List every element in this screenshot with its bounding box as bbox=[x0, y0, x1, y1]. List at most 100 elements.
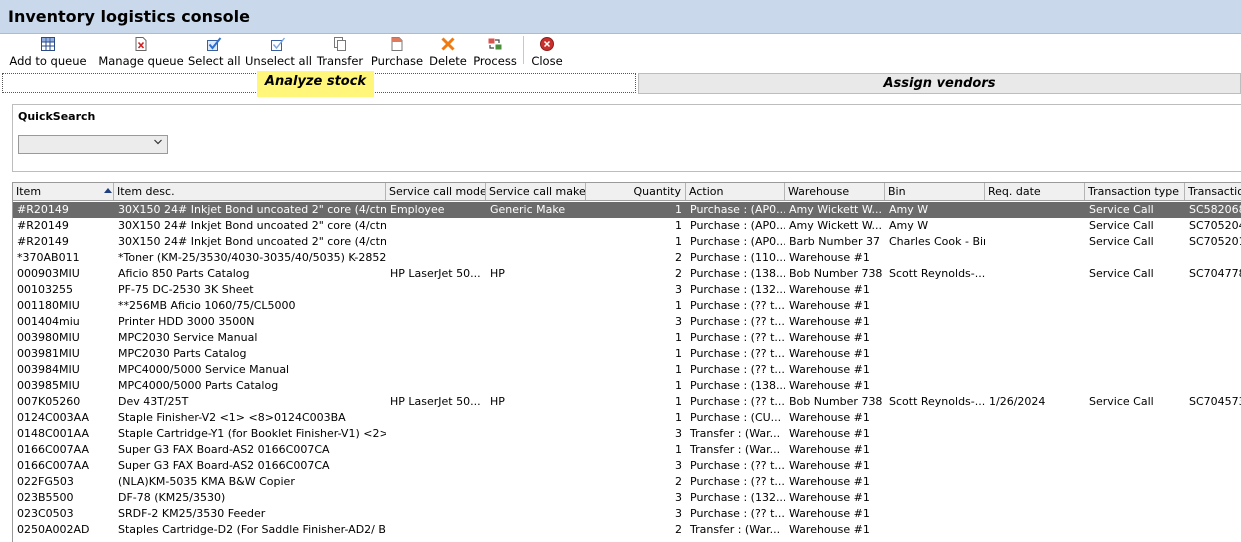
process-button[interactable]: Process bbox=[472, 34, 518, 68]
table-row[interactable]: 007K05260 Dev 43T/25T HP LaserJet 50... HP 1… bbox=[13, 394, 1241, 410]
table-row[interactable]: 001180MIU **256MB Aficio 1060/75/CL5000 1 P… bbox=[13, 298, 1241, 314]
cell-quantity: 1 bbox=[675, 235, 682, 248]
cell-item: 00103255 bbox=[17, 283, 73, 296]
column-header-item-desc[interactable]: Item desc. bbox=[114, 183, 386, 200]
purchase-button[interactable]: Purchase bbox=[370, 34, 424, 68]
cell-item: #R20149 bbox=[17, 219, 69, 232]
table-row[interactable]: 003981MIU MPC2030 Parts Catalog 1 Purchase … bbox=[13, 346, 1241, 362]
purchase-label: Purchase bbox=[370, 54, 424, 68]
table-row[interactable]: #R20149 30X150 24# Inkjet Bond uncoated 2… bbox=[13, 202, 1241, 218]
cell-action: Purchase : (?? t... bbox=[690, 507, 785, 520]
close-button[interactable]: Close bbox=[528, 34, 566, 68]
table-row[interactable]: 023C0503 SRDF-2 KM25/3530 Feeder 3 Purchase… bbox=[13, 506, 1241, 522]
quicksearch-panel bbox=[12, 104, 1241, 172]
table-row[interactable]: 003985MIU MPC4000/5000 Parts Catalog 1 Purc… bbox=[13, 378, 1241, 394]
sort-ascending-icon bbox=[104, 188, 112, 193]
table-row[interactable]: 0166C007AA Super G3 FAX Board-AS2 0166C00… bbox=[13, 442, 1241, 458]
table-row[interactable]: 0148C001AA Staple Cartridge-Y1 (for Bookl… bbox=[13, 426, 1241, 442]
table-row[interactable]: 001404miu Printer HDD 3000 3500N 3 Purchase… bbox=[13, 314, 1241, 330]
cell-bin bbox=[885, 282, 985, 298]
table-row[interactable]: 0166C007AA Super G3 FAX Board-AS2 0166C00… bbox=[13, 458, 1241, 474]
cell-item-desc: 30X150 24# Inkjet Bond uncoated 2" core … bbox=[118, 219, 386, 232]
cell-req-date bbox=[985, 346, 1085, 362]
quicksearch-dropdown[interactable] bbox=[18, 135, 168, 154]
tab-assign-vendors[interactable]: Assign vendors bbox=[638, 73, 1241, 94]
cell-item-desc: MPC2030 Parts Catalog bbox=[118, 347, 247, 360]
cell-item: 003985MIU bbox=[17, 379, 80, 392]
column-header-service-call-model[interactable]: Service call model bbox=[386, 183, 486, 200]
column-header-transaction[interactable]: Transaction bbox=[1185, 183, 1241, 200]
delete-label: Delete bbox=[429, 54, 467, 68]
cell-req-date bbox=[985, 218, 1085, 234]
table-row[interactable]: 0250A002AD Staples Cartridge-D2 (For Sadd… bbox=[13, 522, 1241, 538]
process-label: Process bbox=[473, 54, 517, 68]
cell-action: Purchase : (CU... bbox=[690, 411, 782, 424]
cell-item-desc: PF-75 DC-2530 3K Sheet bbox=[118, 283, 254, 296]
cell-action: Purchase : (?? t... bbox=[690, 363, 785, 376]
cell-action: Purchase : (132... bbox=[690, 283, 785, 296]
cell-bin bbox=[885, 330, 985, 346]
table-row[interactable]: 00103255 PF-75 DC-2530 3K Sheet 3 Purchase … bbox=[13, 282, 1241, 298]
unselect-all-button[interactable]: Unselect all bbox=[245, 34, 312, 68]
cell-action: Purchase : (AP0... bbox=[690, 219, 785, 232]
checkbox-checked-icon bbox=[207, 37, 222, 51]
column-header-action[interactable]: Action bbox=[686, 183, 785, 200]
cell-action: Purchase : (?? t... bbox=[690, 299, 785, 312]
cell-quantity: 1 bbox=[675, 379, 682, 392]
cell-service-call-make bbox=[486, 282, 586, 298]
cell-req-date bbox=[985, 250, 1085, 266]
tab-assign-vendors-label: Assign vendors bbox=[883, 76, 996, 91]
column-header-service-call-make[interactable]: Service call make bbox=[486, 183, 586, 200]
manage-queue-button[interactable]: Manage queue bbox=[98, 34, 184, 68]
cell-service-call-make bbox=[486, 490, 586, 506]
column-header-quantity[interactable]: Quantity bbox=[586, 183, 686, 200]
cell-service-call-model bbox=[386, 378, 486, 394]
cell-quantity: 3 bbox=[675, 315, 682, 328]
cell-item-desc: Aficio 850 Parts Catalog bbox=[118, 267, 250, 280]
table-row[interactable]: #R20149 30X150 24# Inkjet Bond uncoated 2… bbox=[13, 218, 1241, 234]
table-row[interactable]: 003980MIU MPC2030 Service Manual 1 Purchase… bbox=[13, 330, 1241, 346]
cell-item: 0166C007AA bbox=[17, 459, 90, 472]
cell-quantity: 1 bbox=[675, 363, 682, 376]
column-header-warehouse[interactable]: Warehouse bbox=[785, 183, 885, 200]
column-header-transaction-type[interactable]: Transaction type bbox=[1085, 183, 1185, 200]
table-row[interactable]: 022FG503 (NLA)KM-5035 KMA B&W Copier 2 Purc… bbox=[13, 474, 1241, 490]
select-all-button[interactable]: Select all bbox=[188, 34, 241, 68]
table-row[interactable]: 003984MIU MPC4000/5000 Service Manual 1 Pur… bbox=[13, 362, 1241, 378]
column-header-item[interactable]: Item bbox=[13, 183, 114, 200]
transfer-button[interactable]: Transfer bbox=[316, 34, 364, 68]
cell-item-desc: Staple Finisher-V2 <1> <8>0124C003BA bbox=[118, 411, 346, 424]
column-header-bin[interactable]: Bin bbox=[885, 183, 985, 200]
cell-warehouse: Amy Wickett W... bbox=[789, 219, 882, 232]
title-bar: Inventory logistics console bbox=[0, 0, 1241, 34]
cell-req-date bbox=[985, 202, 1085, 218]
cell-service-call-model: HP LaserJet 50... bbox=[390, 267, 481, 280]
cell-quantity: 2 bbox=[675, 475, 682, 488]
cell-bin bbox=[885, 346, 985, 362]
table-row[interactable]: 0124C003AA Staple Finisher-V2 <1> <8>0124… bbox=[13, 410, 1241, 426]
cell-warehouse: Warehouse #1 bbox=[789, 427, 870, 440]
cell-transaction-type bbox=[1085, 378, 1185, 394]
table-row[interactable]: 023B5500 DF-78 (KM25/3530) 3 Purchase : (13… bbox=[13, 490, 1241, 506]
tab-analyze-stock[interactable]: Analyze stock bbox=[257, 71, 374, 97]
column-header-req-date[interactable]: Req. date bbox=[985, 183, 1085, 200]
delete-button[interactable]: Delete bbox=[428, 34, 468, 68]
cell-req-date bbox=[985, 330, 1085, 346]
cell-service-call-make bbox=[486, 314, 586, 330]
cell-quantity: 1 bbox=[675, 203, 682, 216]
cell-warehouse: Warehouse #1 bbox=[789, 459, 870, 472]
cell-transaction-type bbox=[1085, 250, 1185, 266]
cell-warehouse: Warehouse #1 bbox=[789, 475, 870, 488]
add-to-queue-button[interactable]: Add to queue bbox=[8, 34, 88, 68]
table-row[interactable]: 000903MIU Aficio 850 Parts Catalog HP Lase… bbox=[13, 266, 1241, 282]
cell-transaction-type bbox=[1085, 410, 1185, 426]
transfer-label: Transfer bbox=[316, 54, 364, 68]
cell-transaction: SC704573 bbox=[1189, 395, 1241, 408]
cell-item: 0148C001AA bbox=[17, 427, 90, 440]
cell-req-date bbox=[985, 458, 1085, 474]
table-row[interactable]: #R20149 30X150 24# Inkjet Bond uncoated 2… bbox=[13, 234, 1241, 250]
cell-transaction: SC704778 bbox=[1189, 267, 1241, 280]
cell-req-date bbox=[985, 362, 1085, 378]
table-row[interactable]: *370AB011 *Toner (KM-25/3530/4030-3035/40… bbox=[13, 250, 1241, 266]
cell-req-date bbox=[985, 378, 1085, 394]
